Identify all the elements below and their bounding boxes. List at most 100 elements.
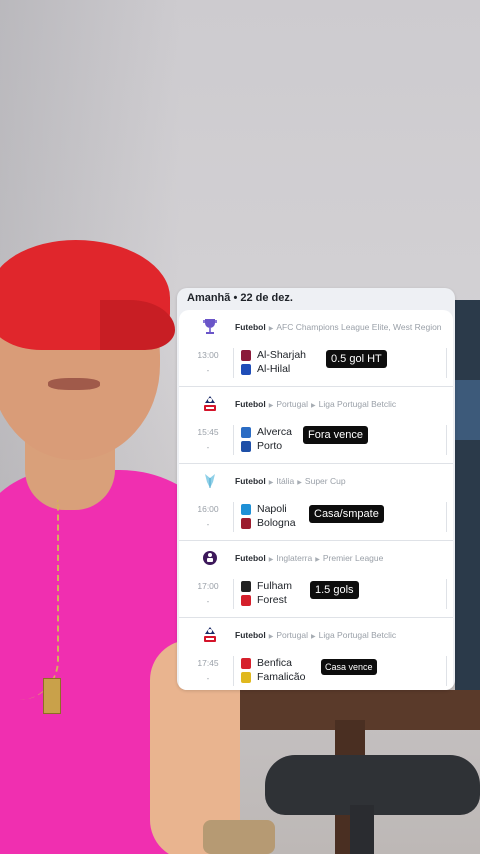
liga-portugal-icon [201, 626, 219, 644]
match-row[interactable]: Futebol ▶ AFC Champions League Elite, West… [179, 310, 453, 387]
breadcrumb-arrow-icon: ▶ [311, 403, 316, 409]
away-team[interactable]: Al-Hilal [241, 363, 290, 375]
betting-tip-label: Fora vence [303, 426, 369, 444]
row-divider [446, 502, 447, 532]
chair-post [350, 805, 374, 854]
gold-chain [2, 500, 59, 700]
home-team-name: Al-Sharjah [257, 349, 307, 361]
betting-tip-label: Casa vence [321, 659, 377, 675]
row-divider [446, 348, 447, 378]
away-team-logo-icon [241, 594, 251, 606]
country-label: Portugal [276, 630, 308, 640]
match-status: - [206, 674, 210, 683]
breadcrumb-arrow-icon: ▶ [315, 557, 320, 563]
betting-tip-label: Casa/smpate [309, 505, 384, 523]
away-team-logo-icon [241, 363, 251, 375]
person-mouth [48, 378, 100, 390]
row-divider [446, 425, 447, 455]
away-team-name: Bologna [257, 517, 296, 529]
home-team-name: Benfica [257, 657, 293, 669]
away-team-name: Forest [257, 594, 287, 606]
home-team-name: Napoli [257, 503, 287, 515]
date-header: Amanhã • 22 de dez. [187, 292, 293, 304]
breadcrumb-arrow-icon: ▶ [268, 480, 274, 486]
row-divider [446, 579, 447, 609]
home-team[interactable]: Al-Sharjah [241, 349, 306, 361]
supercup-icon [201, 472, 219, 490]
sport-label: Futebol [235, 399, 266, 409]
home-team[interactable]: Fulham [241, 580, 292, 592]
premier-league-icon [201, 549, 219, 567]
match-row[interactable]: Futebol ▶ Itália ▶ Super Cup 16:00 - Napoli … [179, 464, 453, 541]
match-status: - [206, 443, 210, 452]
home-team[interactable]: Benfica [241, 657, 292, 669]
blue-door [455, 300, 480, 700]
home-team[interactable]: Napoli [241, 503, 287, 515]
home-team-logo-icon [241, 580, 251, 592]
home-team[interactable]: Alverca [241, 426, 292, 438]
match-status: - [206, 597, 210, 606]
sport-label: Futebol [235, 553, 266, 563]
breadcrumb-arrow-icon: ▶ [268, 634, 274, 640]
country-label: Inglaterra [276, 553, 313, 563]
match-row[interactable]: Futebol ▶ Portugal ▶ Liga Portugal Betclic 1… [179, 387, 453, 464]
row-divider [233, 502, 234, 532]
door-panel [455, 380, 480, 440]
away-team[interactable]: Forest [241, 594, 287, 606]
competition-breadcrumb: Futebol ▶ Portugal ▶ Liga Portugal Betclic [235, 630, 396, 640]
betting-tip-label: 0.5 gol HT [326, 350, 387, 368]
away-team-name: Porto [257, 440, 283, 452]
row-divider [446, 656, 447, 686]
gold-pendant [43, 678, 61, 714]
row-divider [233, 348, 234, 378]
sport-label: Futebol [235, 630, 266, 640]
row-divider [233, 425, 234, 455]
away-team[interactable]: Porto [241, 440, 282, 452]
competition-breadcrumb: Futebol ▶ Inglaterra ▶ Premier League [235, 553, 383, 563]
kickoff-time: 16:00 [197, 504, 219, 514]
home-team-logo-icon [241, 503, 251, 515]
liga-portugal-icon [201, 395, 219, 413]
home-team-logo-icon [241, 349, 251, 361]
trophy-icon [201, 318, 219, 336]
match-status: - [206, 366, 210, 375]
country-label: Itália [276, 476, 295, 486]
competition-breadcrumb: Futebol ▶ AFC Champions League Elite, West… [235, 322, 442, 332]
match-row[interactable]: Futebol ▶ Portugal ▶ Liga Portugal Betclic 1… [179, 618, 453, 690]
match-list-card: Amanhã • 22 de dez. Futebol ▶ AFC Champion… [177, 288, 455, 690]
kickoff-time: 17:00 [197, 581, 219, 591]
match-list: Futebol ▶ AFC Champions League Elite, West… [179, 310, 453, 690]
competition-breadcrumb: Futebol ▶ Itália ▶ Super Cup [235, 476, 346, 486]
breadcrumb-arrow-icon: ▶ [268, 326, 274, 332]
kickoff-time: 15:45 [197, 427, 219, 437]
wrist-watch [203, 820, 275, 854]
home-team-logo-icon [241, 657, 251, 669]
away-team-logo-icon [241, 517, 251, 529]
kickoff-time: 13:00 [197, 350, 219, 360]
home-team-name: Alverca [257, 426, 293, 438]
match-row[interactable]: Futebol ▶ Inglaterra ▶ Premier League 17:00 … [179, 541, 453, 618]
breadcrumb-arrow-icon: ▶ [268, 557, 274, 563]
away-team[interactable]: Famalicão [241, 671, 305, 683]
home-team-name: Fulham [257, 580, 293, 592]
betting-tip-label: 1.5 gols [310, 581, 359, 599]
kickoff-time: 17:45 [197, 658, 219, 668]
row-divider [233, 656, 234, 686]
away-team-logo-icon [241, 440, 251, 452]
away-team-name: Al-Hilal [257, 363, 291, 375]
breadcrumb-arrow-icon: ▶ [268, 403, 274, 409]
away-team-name: Famalicão [257, 671, 306, 683]
away-team-logo-icon [241, 671, 251, 683]
breadcrumb-arrow-icon: ▶ [311, 634, 316, 640]
competition-breadcrumb: Futebol ▶ Portugal ▶ Liga Portugal Betclic [235, 399, 396, 409]
away-team[interactable]: Bologna [241, 517, 296, 529]
competition-label: AFC Champions League Elite, West Region [276, 322, 442, 332]
match-status: - [206, 520, 210, 529]
breadcrumb-arrow-icon: ▶ [297, 480, 302, 486]
row-divider [233, 579, 234, 609]
sport-label: Futebol [235, 322, 266, 332]
competition-label: Premier League [322, 553, 384, 563]
sport-label: Futebol [235, 476, 266, 486]
country-label: Portugal [276, 399, 308, 409]
competition-label: Liga Portugal Betclic [318, 630, 397, 640]
